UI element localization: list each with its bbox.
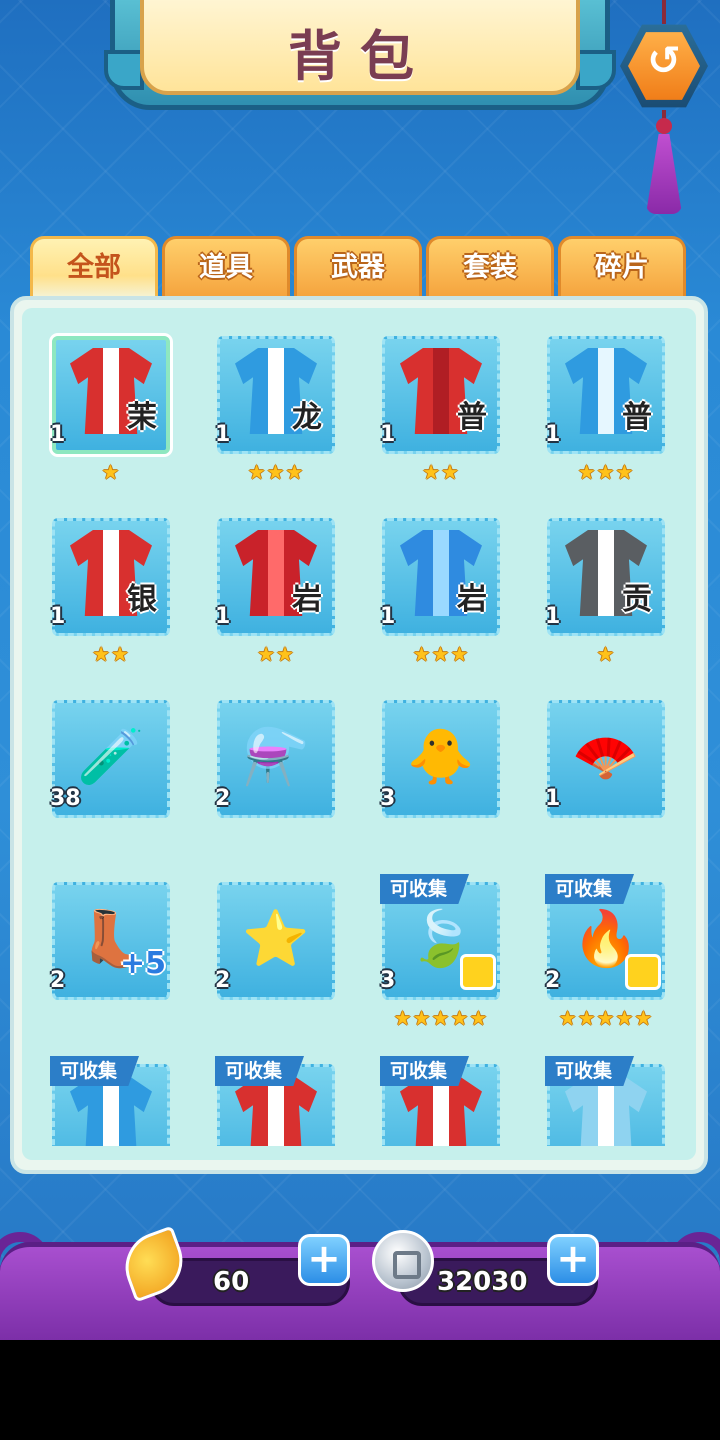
navigation-bar-area [0,1340,720,1440]
silver-coin-icon [372,1230,434,1292]
title-banner: 背包 [104,0,616,118]
item-tag: 茉 [127,400,157,435]
red-fan-icon: 🪭 [572,725,640,788]
tassel-knot [656,118,672,134]
inventory-item[interactable]: 龙 1 ★★★ [197,318,335,498]
item-count: 1 [380,604,396,629]
inventory-item[interactable]: 🐥 3 [362,682,500,862]
collectible-tag: 可收集 [380,1056,470,1086]
add-coins-button[interactable]: + [547,1234,599,1286]
item-count: 38 [50,786,81,811]
inventory-item[interactable]: 🍃 可收集 3 ★★★★★ [362,864,500,1044]
inventory-screen: 背包 ↺ 全部 道具 武器 套装 碎片 茉 1 ★ 龙 1 ★★★ 普 1 ★★ 普 1 ★★★ 银 1 ★★ 岩 1 ★… [0,0,720,1340]
puzzle-piece-icon [460,954,496,990]
inventory-item[interactable]: ⚗️ 2 [197,682,335,862]
puzzle-piece-icon [625,954,661,990]
item-count: 2 [545,968,561,993]
item-count: 1 [380,422,396,447]
star-rating: ★★★ [247,460,305,484]
inventory-item[interactable]: 可收集 [527,1046,665,1146]
tab-3[interactable]: 套装 [426,236,554,302]
inventory-item[interactable]: ⭐ 2 [197,864,335,1044]
back-arrow-icon: ↺ [647,38,681,84]
inventory-item[interactable]: 茉 1 ★ [32,318,170,498]
inventory-item[interactable]: 普 1 ★★ [362,318,500,498]
star-rating: ★★★ [412,642,470,666]
inventory-item[interactable]: 普 1 ★★★ [527,318,665,498]
page-title: 背包 [288,25,432,88]
category-tabs: 全部 道具 武器 套装 碎片 [30,236,690,306]
item-count: 1 [50,604,66,629]
collectible-tag: 可收集 [545,1056,635,1086]
inventory-item[interactable]: 可收集 [362,1046,500,1146]
item-count: 3 [380,786,396,811]
item-count: 1 [50,422,66,447]
star-rating: ★ [101,460,121,484]
inventory-item[interactable]: 岩 1 ★★★ [362,500,500,680]
inventory-item[interactable]: 贡 1 ★ [527,500,665,680]
currency-bar: 60 + 32030 + [0,1224,720,1340]
tassel-string [662,0,666,24]
item-grid[interactable]: 茉 1 ★ 龙 1 ★★★ 普 1 ★★ 普 1 ★★★ 银 1 ★★ 岩 1 ★★ 岩 1 ★★★ 贡 1 ★ 🧪 38 ⚗️ 2 🐥… [22,318,696,1146]
item-tag: 普 [622,400,652,435]
star-rating: ★★ [257,642,295,666]
star-rating: ★★ [422,460,460,484]
item-tag: 岩 [457,582,487,617]
rainbow-chick-icon: 🐥 [407,725,475,788]
tab-4[interactable]: 碎片 [558,236,686,302]
item-count: 2 [215,786,231,811]
inventory-item[interactable]: 银 1 ★★ [32,500,170,680]
item-count: 1 [215,604,231,629]
tassel-ornament [646,134,682,214]
star-rating: ★★★★★ [393,1006,489,1030]
star-rating: ★★★★★ [558,1006,654,1030]
star-wand-icon: ⭐ [242,907,310,970]
leaf-amount: 60 [213,1267,250,1297]
tab-1[interactable]: 道具 [162,236,290,302]
item-count: 1 [215,422,231,447]
inventory-item[interactable]: 岩 1 ★★ [197,500,335,680]
star-rating: ★★ [92,642,130,666]
item-count: 2 [215,968,231,993]
inventory-item[interactable]: 可收集 [32,1046,170,1146]
item-tag: 贡 [622,582,652,617]
star-rating: ★ [596,642,616,666]
inventory-item[interactable]: 可收集 [197,1046,335,1146]
item-count: 2 [50,968,66,993]
add-leaves-button[interactable]: + [298,1234,350,1286]
item-count: 1 [545,786,561,811]
back-button[interactable]: ↺ [620,24,708,108]
item-count: 1 [545,422,561,447]
coin-amount: 32030 [437,1267,528,1297]
collectible-tag: 可收集 [50,1056,140,1086]
tab-2[interactable]: 武器 [294,236,422,302]
collectible-tag: 可收集 [380,874,470,904]
item-count: 1 [545,604,561,629]
item-tag: 银 [127,582,157,617]
inventory-item[interactable]: 👢 +5 2 [32,864,170,1044]
star-rating: ★★★ [577,460,635,484]
boost-label: +5 [120,946,167,981]
item-count: 3 [380,968,396,993]
item-tag: 普 [457,400,487,435]
red-potion-bottle-icon: ⚗️ [242,725,310,788]
inventory-item[interactable]: 🪭 1 [527,682,665,862]
item-tag: 龙 [292,400,322,435]
collectible-tag: 可收集 [215,1056,305,1086]
inventory-item[interactable]: 🧪 38 [32,682,170,862]
inventory-item[interactable]: 🔥 可收集 2 ★★★★★ [527,864,665,1044]
collectible-tag: 可收集 [545,874,635,904]
item-tag: 岩 [292,582,322,617]
currency-bar-base [0,1242,720,1340]
